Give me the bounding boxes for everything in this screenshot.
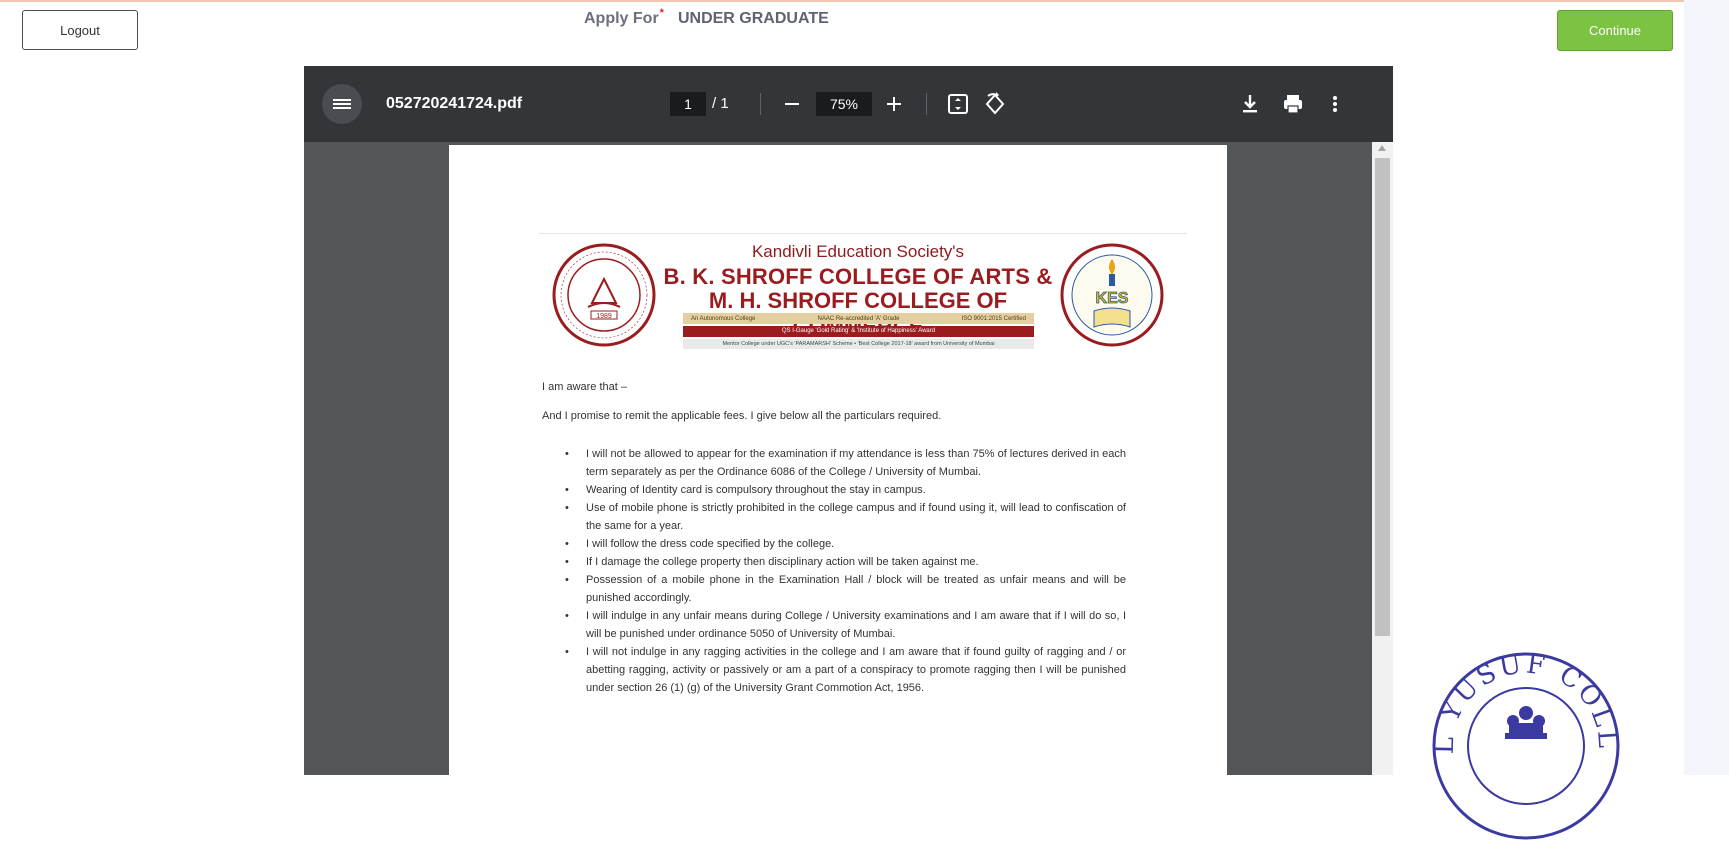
college-seal-logo: 1989	[552, 243, 656, 347]
pdf-viewer: 052720241724.pdf 1 / 1 75% 1989 Kandivli…	[304, 66, 1393, 775]
toolbar-divider	[926, 93, 927, 115]
scrollbar-thumb[interactable]	[1375, 158, 1390, 636]
download-icon[interactable]	[1236, 90, 1264, 118]
seal-year: 1989	[596, 313, 612, 320]
zoom-level-input[interactable]: 75%	[816, 92, 872, 116]
logout-button[interactable]: Logout	[22, 10, 138, 50]
toolbar-divider	[760, 93, 761, 115]
required-mark: *	[659, 7, 664, 19]
aware-line: I am aware that –	[542, 381, 627, 393]
mentor-band: Mentor College under UGC's 'PARAMARSH' S…	[683, 339, 1034, 349]
badge-autonomous: An Autonomous College	[691, 315, 756, 322]
emblem-icon	[1505, 706, 1547, 739]
continue-button[interactable]: Continue	[1557, 10, 1673, 51]
letterhead-divider	[539, 233, 1187, 234]
award-band: QS I-Gauge 'Gold Rating' & 'Institute of…	[683, 326, 1034, 337]
pdf-file-name: 052720241724.pdf	[386, 95, 523, 112]
pdf-toolbar: 052720241724.pdf 1 / 1 75%	[304, 66, 1393, 142]
list-item: Use of mobile phone is strictly prohibit…	[561, 499, 1126, 535]
zoom-out-icon[interactable]	[780, 92, 804, 116]
list-item: I will follow the dress code specified b…	[561, 535, 1126, 553]
right-margin-strip	[1684, 0, 1729, 775]
menu-icon[interactable]	[322, 84, 362, 124]
accreditation-band: An Autonomous College NAAC Re-accredited…	[683, 313, 1034, 324]
viewer-scrollbar[interactable]	[1372, 142, 1393, 775]
kes-society-logo: KES	[1060, 243, 1164, 347]
more-options-icon[interactable]	[1321, 90, 1349, 118]
kes-logo-text: KES	[1096, 290, 1129, 307]
college-name-line-1: B. K. SHROFF COLLEGE OF ARTS &	[663, 264, 1053, 289]
rotate-icon[interactable]	[981, 90, 1009, 118]
top-accent-line	[0, 0, 1729, 2]
scroll-up-arrow-icon[interactable]	[1378, 145, 1386, 151]
list-item: Possession of a mobile phone in the Exam…	[561, 571, 1126, 607]
apply-for-label: Apply For	[584, 10, 659, 27]
apply-for-heading: Apply For* UNDER GRADUATE	[584, 7, 829, 28]
promise-line: And I promise to remit the applicable fe…	[542, 410, 942, 422]
list-item: I will not be allowed to appear for the …	[561, 445, 1126, 481]
badge-naac: NAAC Re-accredited 'A' Grade	[817, 315, 900, 322]
badge-iso: ISO 9001:2015 Certified	[961, 315, 1026, 322]
rules-list: I will not be allowed to appear for the …	[561, 445, 1126, 697]
page-total: / 1	[712, 95, 729, 112]
society-name: Kandivli Education Society's	[751, 242, 965, 261]
zoom-in-icon[interactable]	[882, 92, 906, 116]
fit-page-icon[interactable]	[944, 90, 972, 118]
list-item: I will indulge in any unfair means durin…	[561, 607, 1126, 643]
list-item: If I damage the college property then di…	[561, 553, 1126, 571]
print-icon[interactable]	[1279, 90, 1307, 118]
college-stamp: MAIL YUSUF COLLEGE	[1431, 651, 1620, 840]
pdf-page: 1989 Kandivli Education Society's B. K. …	[449, 145, 1227, 775]
page-number-input[interactable]: 1	[670, 92, 706, 116]
apply-for-value: UNDER GRADUATE	[677, 10, 829, 27]
list-item: I will not indulge in any ragging activi…	[561, 643, 1126, 697]
list-item: Wearing of Identity card is compulsory t…	[561, 481, 1126, 499]
